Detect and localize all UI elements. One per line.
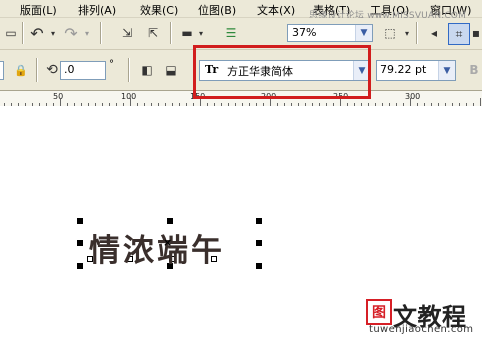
snap-to-icon[interactable]: ◂ — [424, 23, 444, 43]
rotation-angle-input[interactable]: .0 — [60, 61, 106, 80]
menu-layout[interactable]: 版面(L) — [20, 2, 57, 18]
selection-handle[interactable] — [256, 263, 262, 269]
truncated-field[interactable] — [0, 61, 4, 80]
separator — [100, 22, 102, 44]
chevron-down-icon: ▼ — [355, 25, 372, 41]
mirror-vertical-icon[interactable]: ⬓ — [162, 61, 180, 79]
ruler-tick — [200, 98, 201, 106]
lock-ratio-icon[interactable]: 🔒 — [14, 62, 28, 78]
launcher-dropdown-icon[interactable]: ▾ — [196, 26, 206, 40]
zoom-level-select[interactable]: 37% ▼ — [287, 24, 373, 42]
separator — [22, 22, 24, 44]
menu-effects[interactable]: 效果(C) — [140, 2, 178, 18]
font-size-value: 79.22 pt — [380, 63, 427, 76]
menu-bitmaps[interactable]: 位图(B) — [198, 2, 236, 18]
selection-handle[interactable] — [256, 218, 262, 224]
site-logo: 图 — [366, 299, 392, 325]
ruler-label: 100 — [121, 92, 137, 101]
ruler-label: 300 — [405, 92, 421, 101]
menu-bar: 版面(L) 排列(A) 效果(C) 位图(B) 文本(X) 表格(T) 工具(O… — [0, 0, 482, 21]
rotation-angle-value: .0 — [64, 63, 75, 76]
ruler-tick — [130, 98, 131, 106]
selection-tool-icon[interactable]: ⌗ — [448, 23, 470, 45]
preview-dropdown-icon[interactable]: ▾ — [402, 26, 412, 40]
ruler-tick — [480, 98, 481, 106]
redo-dropdown-icon[interactable]: ▾ — [82, 26, 92, 40]
menu-text[interactable]: 文本(X) — [257, 2, 295, 18]
ruler-tick — [410, 98, 411, 106]
undo-icon[interactable]: ↶ — [28, 24, 46, 43]
ruler-tick — [340, 98, 341, 106]
mirror-horizontal-icon[interactable]: ◧ — [138, 61, 156, 79]
separator — [416, 22, 418, 44]
degree-unit: ° — [109, 59, 114, 70]
artistic-text[interactable]: 情浓端午 — [89, 225, 225, 270]
selection-handle[interactable] — [77, 218, 83, 224]
bold-icon[interactable]: B — [466, 61, 482, 79]
chevron-down-icon: ▼ — [438, 61, 455, 80]
zoom-level-value: 37% — [292, 26, 317, 39]
export-icon[interactable]: ⇱ — [144, 24, 162, 42]
selection-handle[interactable] — [167, 218, 173, 224]
redo-icon[interactable]: ↷ — [62, 24, 80, 43]
undo-dropdown-icon[interactable]: ▾ — [48, 26, 58, 40]
ruler-tick — [60, 98, 61, 106]
logo-char: 图 — [372, 305, 386, 321]
toolbar-overflow-icon[interactable]: ▪ — [470, 23, 482, 43]
corel-online-icon[interactable]: ☰ — [222, 24, 240, 42]
center-marker[interactable]: × — [163, 236, 172, 249]
import-icon[interactable]: ⇲ — [118, 24, 136, 42]
menu-arrange[interactable]: 排列(A) — [78, 2, 116, 18]
selection-handle[interactable] — [77, 263, 83, 269]
application-launcher-icon[interactable]: ▬ — [178, 24, 196, 42]
font-highlight-annotation — [193, 45, 371, 99]
ruler-label: 50 — [53, 92, 64, 101]
site-url: tuwenjiaochen.com — [369, 324, 474, 335]
icon-button[interactable]: ▭ — [4, 26, 18, 40]
separator — [128, 58, 130, 82]
font-size-select[interactable]: 79.22 pt ▼ — [376, 60, 456, 81]
selection-handle[interactable] — [77, 240, 83, 246]
separator — [170, 22, 172, 44]
ruler-tick — [270, 98, 271, 106]
rotation-icon: ⟲ — [46, 62, 58, 78]
separator — [36, 58, 38, 82]
full-screen-preview-icon[interactable]: ⬚ — [380, 23, 400, 43]
selection-handle[interactable] — [256, 240, 262, 246]
